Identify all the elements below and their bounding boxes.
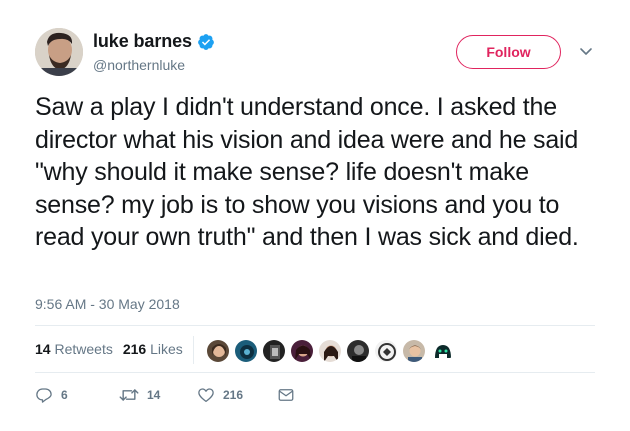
tweet-timestamp[interactable]: 9:56 AM - 30 May 2018 xyxy=(35,296,180,312)
liker-avatar[interactable] xyxy=(290,339,314,363)
retweet-count: 14 xyxy=(147,388,161,402)
heart-icon xyxy=(197,386,215,404)
liker-avatar[interactable] xyxy=(206,339,230,363)
user-name[interactable]: luke barnes xyxy=(93,31,192,52)
retweets-label: Retweets xyxy=(54,341,113,357)
retweet-icon xyxy=(119,386,139,404)
reply-button[interactable]: 6 xyxy=(35,386,68,404)
reply-count: 6 xyxy=(61,388,68,402)
stats-separator xyxy=(193,336,194,364)
retweets-stat[interactable]: 14 Retweets xyxy=(35,341,113,357)
liker-avatar[interactable] xyxy=(374,339,398,363)
liker-avatar[interactable] xyxy=(234,339,258,363)
verified-badge-icon xyxy=(197,33,215,51)
like-button[interactable]: 216 xyxy=(197,386,243,404)
retweets-count: 14 xyxy=(35,341,51,357)
divider xyxy=(35,372,595,373)
user-handle[interactable]: @northernluke xyxy=(93,57,185,73)
divider xyxy=(35,325,595,326)
likes-label: Likes xyxy=(150,341,183,357)
liker-avatar[interactable] xyxy=(346,339,370,363)
retweet-button[interactable]: 14 xyxy=(119,386,160,404)
liker-avatars xyxy=(206,339,458,363)
user-name-row[interactable]: luke barnes xyxy=(93,31,215,52)
direct-message-button[interactable] xyxy=(277,386,295,404)
tweet-text: Saw a play I didn't understand once. I a… xyxy=(35,93,579,251)
tweet-stats: 14 Retweets 216 Likes xyxy=(35,341,193,357)
follow-button[interactable]: Follow xyxy=(456,35,561,69)
user-avatar[interactable] xyxy=(35,28,83,76)
liker-avatar[interactable] xyxy=(430,339,454,363)
liker-avatar[interactable] xyxy=(402,339,426,363)
tweet-actions: 6 14 216 xyxy=(35,386,305,406)
reply-icon xyxy=(35,386,53,404)
liker-avatar[interactable] xyxy=(318,339,342,363)
likes-count: 216 xyxy=(122,341,147,357)
liker-avatar[interactable] xyxy=(262,339,286,363)
tweet-card: luke barnes @northernluke Follow Saw a p… xyxy=(0,0,630,431)
envelope-icon xyxy=(277,386,295,404)
like-count: 216 xyxy=(223,388,244,402)
likes-stat[interactable]: 216 Likes xyxy=(123,341,183,357)
chevron-down-icon[interactable] xyxy=(579,44,593,58)
